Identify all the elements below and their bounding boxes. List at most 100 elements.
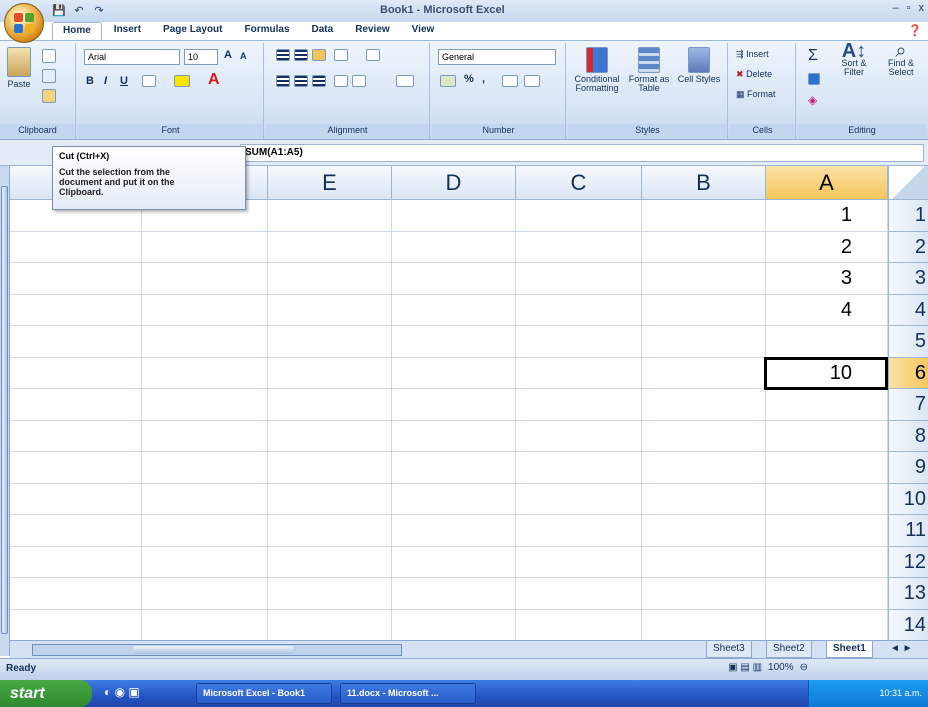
delete-cells-button[interactable]: ✖ Delete xyxy=(736,69,772,80)
close-button[interactable]: x xyxy=(919,2,925,14)
font-size-select[interactable]: 10 xyxy=(184,49,218,65)
quick-launch-icons[interactable]: ◐ ◉ ▣ xyxy=(104,685,140,699)
borders-icon[interactable] xyxy=(142,75,156,87)
currency-icon[interactable] xyxy=(440,75,456,87)
row-header-13[interactable]: 13 xyxy=(888,578,928,610)
cell-a10[interactable] xyxy=(766,484,888,516)
tab-insert[interactable]: Insert xyxy=(104,22,151,40)
page-view-icons[interactable]: ▣ ▤ ▥ xyxy=(728,662,762,673)
align-left-icon[interactable] xyxy=(276,75,290,87)
tab-review[interactable]: Review xyxy=(345,22,399,40)
tab-formulas[interactable]: Formulas xyxy=(235,22,300,40)
row-header-9[interactable]: 9 xyxy=(888,452,928,484)
decrease-indent-icon[interactable] xyxy=(334,75,348,87)
sort-filter-button[interactable]: A↕ Sort & Filter xyxy=(832,41,876,77)
row-header-7[interactable]: 7 xyxy=(888,389,928,421)
fill-icon[interactable] xyxy=(808,73,820,85)
column-header-b[interactable]: B xyxy=(642,166,766,200)
wrap-text-icon[interactable] xyxy=(366,49,380,61)
sheet-tab-sheet2[interactable]: Sheet2 xyxy=(766,641,812,658)
clear-icon[interactable]: ◈ xyxy=(808,93,817,107)
tab-data[interactable]: Data xyxy=(302,22,344,40)
row-header-5[interactable]: 5 xyxy=(888,326,928,358)
column-header-d[interactable]: D xyxy=(392,166,516,200)
cell-a9[interactable] xyxy=(766,452,888,484)
tab-page-layout[interactable]: Page Layout xyxy=(153,22,232,40)
conditional-formatting-button[interactable]: Conditional Formatting xyxy=(572,47,622,93)
number-format-select[interactable]: General xyxy=(438,49,556,65)
copy-icon[interactable] xyxy=(42,69,56,83)
comma-icon[interactable]: , xyxy=(482,73,485,85)
formula-input[interactable]: SUM(A1:A5) xyxy=(240,144,924,162)
vertical-scrollbar[interactable] xyxy=(0,166,10,656)
grow-font-icon[interactable]: A xyxy=(224,49,232,61)
format-cells-button[interactable]: ▦ Format xyxy=(736,89,776,100)
sheet-nav-arrows-icon[interactable]: ◄ ► xyxy=(890,643,913,654)
shrink-font-icon[interactable]: A xyxy=(240,51,247,61)
align-right-icon[interactable] xyxy=(312,75,326,87)
zoom-control[interactable]: ▣ ▤ ▥ 100% ⊖ xyxy=(728,662,808,673)
tab-home[interactable]: Home xyxy=(52,22,102,40)
underline-icon[interactable]: U xyxy=(120,75,128,87)
cell-a1[interactable]: 1 xyxy=(766,200,888,232)
align-center-icon[interactable] xyxy=(294,75,308,87)
insert-cells-button[interactable]: ⇶ Insert xyxy=(736,49,769,60)
font-name-select[interactable]: Arial xyxy=(84,49,180,65)
row-header-12[interactable]: 12 xyxy=(888,546,928,578)
cell-a11[interactable] xyxy=(766,515,888,547)
sheet-tab-sheet1[interactable]: Sheet1 xyxy=(826,641,873,658)
cell-a5[interactable] xyxy=(766,326,888,358)
save-icon[interactable]: 💾 xyxy=(52,4,66,18)
select-all-corner[interactable] xyxy=(888,166,928,200)
cell-a13[interactable] xyxy=(766,578,888,610)
start-button[interactable]: start xyxy=(0,680,92,707)
task-word[interactable]: 11.docx - Microsoft ... xyxy=(340,683,476,704)
cell-a7[interactable] xyxy=(766,389,888,421)
undo-icon[interactable]: ↶ xyxy=(72,4,86,18)
orientation-icon[interactable] xyxy=(334,49,348,61)
align-middle-icon[interactable] xyxy=(294,49,308,61)
fill-color-icon[interactable] xyxy=(174,75,190,87)
cell-a8[interactable] xyxy=(766,421,888,453)
increase-indent-icon[interactable] xyxy=(352,75,366,87)
cell-a14[interactable] xyxy=(766,610,888,641)
vertical-scroll-thumb[interactable] xyxy=(1,186,8,634)
row-header-14[interactable]: 14 xyxy=(888,609,928,640)
horizontal-scroll-thumb[interactable] xyxy=(133,646,293,654)
column-header-a[interactable]: A xyxy=(766,166,888,200)
autosum-icon[interactable]: Σ xyxy=(808,47,818,65)
horizontal-scrollbar[interactable] xyxy=(32,644,402,656)
column-header-e[interactable]: E xyxy=(268,166,392,200)
column-header-c[interactable]: C xyxy=(516,166,642,200)
row-header-4[interactable]: 4 xyxy=(888,294,928,326)
office-button[interactable] xyxy=(4,3,44,43)
paste-button[interactable]: Paste xyxy=(4,47,34,89)
row-header-8[interactable]: 8 xyxy=(888,420,928,452)
percent-icon[interactable]: % xyxy=(464,73,474,85)
merge-center-icon[interactable] xyxy=(396,75,414,87)
cell-a4[interactable]: 4 xyxy=(766,295,888,327)
align-bottom-icon[interactable] xyxy=(312,49,326,61)
italic-icon[interactable]: I xyxy=(104,75,107,87)
help-icon[interactable]: ❓ xyxy=(908,24,922,37)
row-header-3[interactable]: 3 xyxy=(888,263,928,295)
cell-styles-button[interactable]: Cell Styles xyxy=(676,47,722,84)
cut-icon[interactable] xyxy=(42,49,56,63)
format-as-table-button[interactable]: Format as Table xyxy=(626,47,672,93)
minimize-button[interactable]: – xyxy=(892,2,898,14)
format-painter-icon[interactable] xyxy=(42,89,56,103)
spreadsheet-grid[interactable]: E D C B A 1 1 2 2 3 3 4 4 5 6 10 7 8 9 10 11 12 13 14 xyxy=(10,166,928,640)
cell-a3[interactable]: 3 xyxy=(766,263,888,295)
row-header-2[interactable]: 2 xyxy=(888,231,928,263)
increase-decimal-icon[interactable] xyxy=(502,75,518,87)
row-header-6[interactable]: 6 xyxy=(888,357,928,389)
cell-a12[interactable] xyxy=(766,547,888,579)
align-top-icon[interactable] xyxy=(276,49,290,61)
redo-icon[interactable]: ↷ xyxy=(92,4,106,18)
bold-icon[interactable]: B xyxy=(86,75,94,87)
maximize-button[interactable]: ▫ xyxy=(907,2,911,14)
zoom-out-icon[interactable]: ⊖ xyxy=(800,662,808,673)
row-header-11[interactable]: 11 xyxy=(888,515,928,547)
cell-a2[interactable]: 2 xyxy=(766,232,888,264)
sheet-tab-sheet3[interactable]: Sheet3 xyxy=(706,641,752,658)
